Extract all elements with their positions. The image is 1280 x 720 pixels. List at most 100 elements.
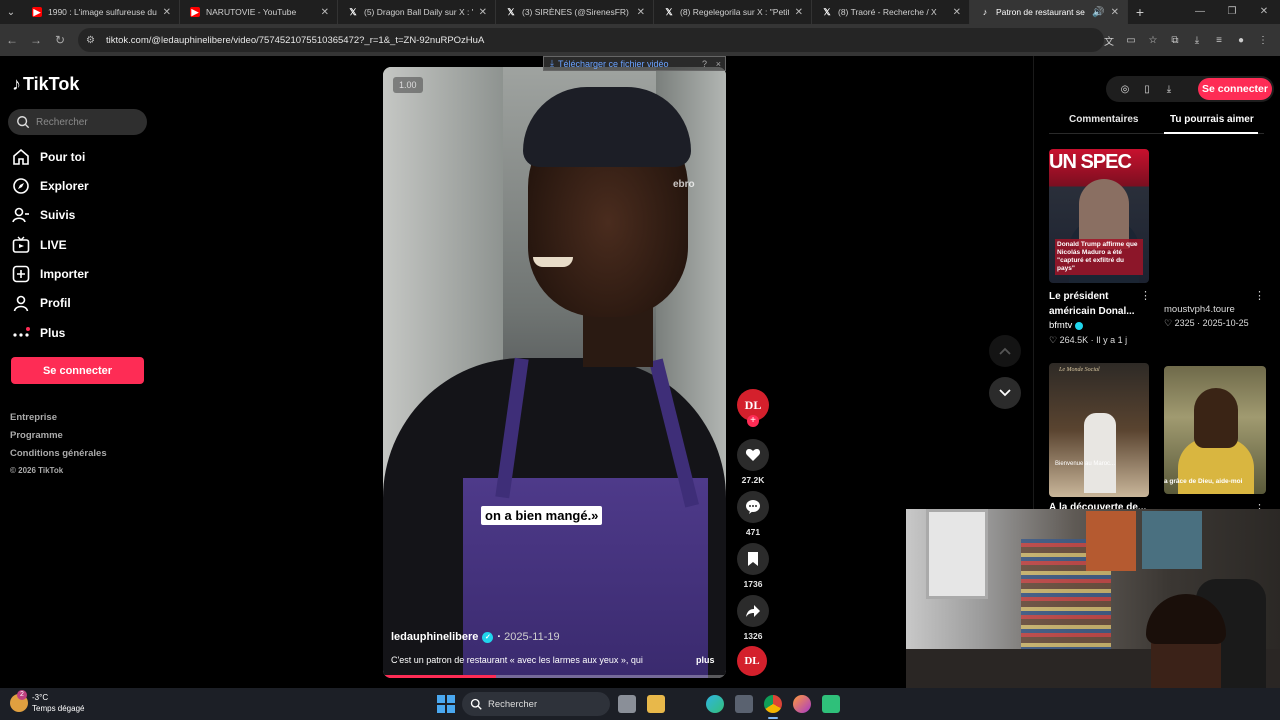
save-button[interactable] <box>737 543 769 575</box>
close-banner-icon[interactable]: × <box>716 59 721 69</box>
previous-video-button[interactable] <box>989 335 1021 367</box>
footer-link-conditions[interactable]: Conditions générales <box>10 448 107 459</box>
browser-tab-2[interactable]: ▶ NARUTOVIE - YouTube ✕ <box>180 0 338 24</box>
verified-badge-icon: ✓ <box>482 631 494 643</box>
recommended-video-author[interactable]: bfmtv <box>1049 320 1084 331</box>
browser-tab-bar: ⌄ ▶ 1990 : L'image sulfureuse du ra ✕ ▶ … <box>0 0 1280 24</box>
search-placeholder: Rechercher <box>36 116 88 128</box>
app-icon[interactable] <box>822 695 840 713</box>
close-tab-icon[interactable]: ✕ <box>163 7 171 18</box>
comment-button[interactable] <box>737 491 769 523</box>
browser-tab-3[interactable]: 𝕏 (5) Dragon Ball Daily sur X : "W ✕ <box>338 0 496 24</box>
recommended-video-thumbnail[interactable]: a grâce de Dieu, aide-moi <box>1164 366 1266 494</box>
footer-link-entreprise[interactable]: Entreprise <box>10 412 57 423</box>
browser-tab-5[interactable]: 𝕏 (8) Regelegorila sur X : "Petite l ✕ <box>654 0 812 24</box>
windows-start-icon[interactable] <box>437 695 455 713</box>
follow-plus-icon[interactable]: + <box>747 415 759 427</box>
webcam-poster <box>1142 511 1202 569</box>
help-icon[interactable]: ? <box>702 59 707 69</box>
video-player[interactable]: 1.00 ebro on a bien mangé.» ledauphineli… <box>383 67 726 678</box>
login-button-top[interactable]: Se connecter <box>1198 78 1272 100</box>
close-tab-icon[interactable]: ✕ <box>321 7 329 18</box>
mobile-app-icon[interactable]: ▯ <box>1136 84 1158 95</box>
tab-tu-pourrais-aimer[interactable]: Tu pourrais aimer <box>1170 114 1254 125</box>
login-button[interactable]: Se connecter <box>11 357 144 384</box>
search-input[interactable]: Rechercher <box>8 109 147 135</box>
audio-icon[interactable]: 🔊 <box>1092 7 1104 18</box>
forward-icon[interactable]: → <box>24 33 48 47</box>
close-tab-icon[interactable]: ✕ <box>479 7 487 18</box>
taskbar-search[interactable]: Rechercher <box>462 692 610 716</box>
extensions-icon[interactable]: ⧉ <box>1164 35 1186 46</box>
sidebar-item-explorer[interactable]: Explorer <box>12 177 89 195</box>
tab-title: (8) Traoré - Recherche / X <box>838 7 937 17</box>
sidebar-item-profil[interactable]: Profil <box>12 294 71 312</box>
tab-search-menu-icon[interactable]: ⌄ <box>0 0 22 24</box>
close-tab-icon[interactable]: ✕ <box>1111 7 1119 18</box>
recommended-video-title[interactable]: Le président américain Donal... <box>1049 289 1135 319</box>
browser-tab-1[interactable]: ▶ 1990 : L'image sulfureuse du ra ✕ <box>22 0 180 24</box>
thumbnail-caption: Donald Trump affirme que Nicolás Maduro … <box>1055 239 1143 275</box>
firefox-icon[interactable] <box>793 695 811 713</box>
more-options-icon[interactable]: ⋮ <box>1254 289 1265 302</box>
browser-tab-6[interactable]: 𝕏 (8) Traoré - Recherche / X ✕ <box>812 0 970 24</box>
more-options-icon[interactable]: ⋮ <box>1140 289 1151 302</box>
like-button[interactable] <box>737 439 769 471</box>
close-window-icon[interactable]: ✕ <box>1248 0 1280 24</box>
sidebar-item-plus[interactable]: Plus <box>12 324 65 342</box>
next-video-button[interactable] <box>989 377 1021 409</box>
recommended-video-author[interactable]: moustvph4.toure <box>1164 304 1235 315</box>
music-disc-avatar[interactable]: DL <box>737 646 767 676</box>
playback-speed[interactable]: 1.00 <box>393 77 423 93</box>
translate-icon[interactable]: 文 <box>1098 33 1120 48</box>
active-tab-indicator <box>1164 132 1258 134</box>
share-button[interactable] <box>737 595 769 627</box>
file-explorer-icon[interactable] <box>647 695 665 713</box>
video-author-name[interactable]: ledauphinelibere <box>391 631 478 643</box>
sidebar-item-pour-toi[interactable]: Pour toi <box>12 148 85 166</box>
sidebar-item-suivis[interactable]: Suivis <box>12 206 75 224</box>
download-icon[interactable]: ⤓ <box>1186 35 1208 46</box>
store-icon[interactable] <box>735 695 753 713</box>
download-video-banner[interactable]: ⤓ Télécharger ce fichier vidéo ? × <box>543 56 726 71</box>
cast-icon[interactable]: ▭ <box>1120 35 1142 46</box>
logo-text: TikTok <box>23 74 80 94</box>
url-bar[interactable]: ⚙ tiktok.com/@ledauphinelibere/video/757… <box>78 28 1104 52</box>
sidebar-item-label: Explorer <box>40 179 89 193</box>
share-arrow-icon <box>746 605 760 617</box>
download-app-icon[interactable]: ⤓ <box>1158 84 1180 95</box>
bookmark-star-icon[interactable]: ☆ <box>1142 35 1164 46</box>
recommended-video-thumbnail[interactable]: Le Monde Social Bienvenue au Maroc... <box>1049 363 1149 497</box>
edge-browser-icon[interactable] <box>706 695 724 713</box>
more-button[interactable]: plus <box>696 655 715 665</box>
sidebar-item-live[interactable]: LIVE <box>12 236 67 254</box>
following-icon <box>12 207 29 223</box>
close-tab-icon[interactable]: ✕ <box>795 7 803 18</box>
close-tab-icon[interactable]: ✕ <box>953 7 961 18</box>
close-tab-icon[interactable]: ✕ <box>637 7 645 18</box>
recommended-video-thumbnail[interactable]: UN SPEC Donald Trump affirme que Nicolás… <box>1049 149 1149 283</box>
back-icon[interactable]: ← <box>0 33 24 47</box>
tiktok-logo[interactable]: ♪ TikTok <box>12 74 79 95</box>
sidebar-item-importer[interactable]: Importer <box>12 265 89 283</box>
comment-icon <box>746 500 760 514</box>
profile-avatar-icon[interactable]: ● <box>1230 35 1252 46</box>
footer-link-programme[interactable]: Programme <box>10 430 63 441</box>
video-progress-bar[interactable] <box>383 675 726 678</box>
weather-widget[interactable]: 2 -3°C Temps dégagé <box>10 690 84 714</box>
browser-tab-7-active[interactable]: ♪ Patron de restaurant se bat 🔊 ✕ <box>970 0 1128 24</box>
maximize-icon[interactable]: ❐ <box>1216 0 1248 24</box>
explore-icon[interactable]: ◎ <box>1114 84 1136 95</box>
video-description: C'est un patron de restaurant « avec les… <box>391 655 643 665</box>
new-tab-button[interactable]: + <box>1128 4 1152 20</box>
browser-menu-icon[interactable]: ⋮ <box>1252 35 1274 46</box>
browser-tab-4[interactable]: 𝕏 (3) SIRÈNES (@SirenesFR) / X ✕ <box>496 0 654 24</box>
sidebar-item-label: Importer <box>40 267 89 281</box>
reload-icon[interactable]: ↻ <box>48 33 72 47</box>
site-info-icon[interactable]: ⚙ <box>86 35 100 46</box>
media-icon[interactable]: ≡ <box>1208 35 1230 46</box>
chrome-icon[interactable] <box>764 695 782 713</box>
tab-commentaires[interactable]: Commentaires <box>1069 114 1138 125</box>
task-view-icon[interactable] <box>618 695 636 713</box>
minimize-icon[interactable]: — <box>1184 0 1216 24</box>
